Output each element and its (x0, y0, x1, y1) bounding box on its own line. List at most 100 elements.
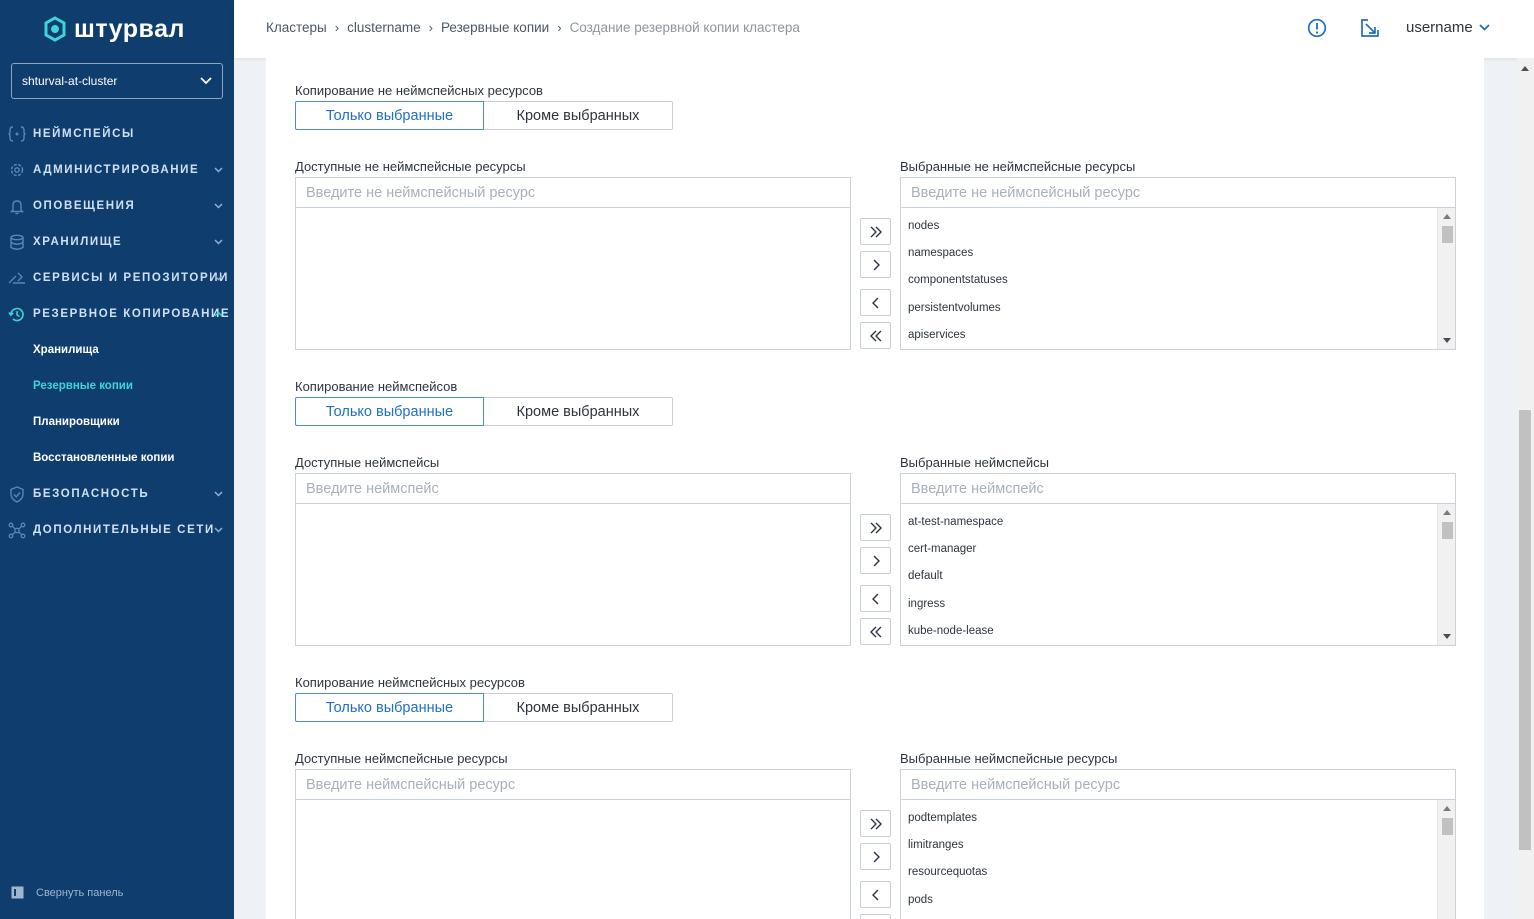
scroll-up-arrow-icon[interactable] (1443, 510, 1451, 515)
except-selected-button[interactable]: Кроме выбранных (484, 693, 673, 722)
except-selected-button[interactable]: Кроме выбранных (484, 101, 673, 130)
available-search-input[interactable] (296, 770, 850, 800)
sidebar-item-namespaces[interactable]: Неймспейсы (0, 116, 234, 152)
list-item[interactable]: cert-manager (901, 535, 1437, 562)
chevron-right-icon: › (334, 20, 340, 35)
list-scrollbar-thumb[interactable] (1442, 522, 1453, 539)
double-chevron-right-icon (869, 818, 883, 830)
list-scrollbar[interactable] (1437, 208, 1455, 349)
sidebar-subitem-restored[interactable]: Восстановленные копии (0, 440, 234, 476)
sidebar-item-storage[interactable]: Хранилище (0, 224, 234, 260)
list-scrollbar-thumb[interactable] (1442, 818, 1453, 835)
panel-collapse-icon (11, 886, 24, 899)
sidebar-item-services[interactable]: Сервисы и репозитории (0, 260, 234, 296)
gear-icon (8, 161, 26, 179)
brand-name: штурвал (74, 14, 185, 43)
chevron-left-icon (871, 297, 880, 309)
available-search-input[interactable] (296, 474, 850, 504)
list-scrollbar[interactable] (1437, 800, 1455, 919)
chevron-down-icon (214, 491, 223, 497)
collapse-panel-button[interactable]: Свернуть панель (11, 886, 123, 899)
breadcrumb-clusters[interactable]: Кластеры (266, 20, 327, 35)
list-item[interactable]: kube-node-lease (901, 617, 1437, 644)
only-selected-button[interactable]: Только выбранные (295, 397, 484, 426)
double-chevron-right-icon (869, 522, 883, 534)
list-scrollbar[interactable] (1437, 504, 1455, 645)
scroll-up-arrow-icon[interactable] (1521, 66, 1529, 71)
alert-icon[interactable] (1307, 18, 1327, 38)
list-item[interactable]: podtemplates (901, 804, 1437, 831)
chevron-left-icon (871, 593, 880, 605)
section-title: Копирование неймспейсных ресурсов (295, 675, 525, 690)
sidebar-item-notifications[interactable]: Оповещения (0, 188, 234, 224)
move-all-left-button[interactable] (860, 914, 891, 919)
chevron-down-icon (200, 77, 212, 85)
page-scrollbar[interactable] (1517, 58, 1534, 919)
sidebar-item-networks[interactable]: Дополнительные сети (0, 512, 234, 548)
list-item[interactable]: persistentvolumes (901, 294, 1437, 321)
move-right-button[interactable] (860, 547, 891, 574)
list-item[interactable]: limitranges (901, 831, 1437, 858)
scroll-up-arrow-icon[interactable] (1443, 806, 1451, 811)
sidebar-subitem-schedulers[interactable]: Планировщики (0, 404, 234, 440)
sidebar-item-label: Дополнительные сети (33, 524, 215, 536)
chevron-right-icon (872, 851, 880, 863)
move-left-button[interactable] (860, 585, 891, 612)
only-selected-button[interactable]: Только выбранные (295, 101, 484, 130)
services-icon (8, 269, 26, 287)
sidebar-item-security[interactable]: Безопасность (0, 476, 234, 512)
sidebar-item-label: Сервисы и репозитории (33, 272, 229, 284)
sidebar: штурвал shturval-at-cluster Неймспейсы А… (0, 0, 234, 919)
selected-search-input[interactable] (901, 474, 1455, 504)
user-menu[interactable]: username (1406, 19, 1490, 36)
move-all-left-button[interactable] (860, 322, 891, 349)
list-scrollbar-thumb[interactable] (1442, 226, 1453, 243)
page-scrollbar-thumb[interactable] (1519, 410, 1531, 850)
sidebar-item-administration[interactable]: Администрирование (0, 152, 234, 188)
braces-icon (8, 125, 26, 143)
list-item[interactable]: ingress (901, 590, 1437, 617)
logo[interactable]: штурвал (42, 14, 185, 44)
only-selected-button[interactable]: Только выбранные (295, 693, 484, 722)
list-item[interactable]: namespaces (901, 239, 1437, 266)
sidebar-subitem-storages[interactable]: Хранилища (0, 332, 234, 368)
open-external-icon[interactable] (1360, 18, 1380, 38)
move-left-button[interactable] (860, 881, 891, 908)
move-all-left-button[interactable] (860, 618, 891, 645)
list-item[interactable]: componentstatuses (901, 267, 1437, 294)
scroll-down-arrow-icon[interactable] (1443, 634, 1451, 639)
except-selected-button[interactable]: Кроме выбранных (484, 397, 673, 426)
breadcrumb-backups[interactable]: Резервные копии (441, 20, 549, 35)
sidebar-item-label: Хранилище (33, 236, 123, 248)
double-chevron-left-icon (869, 626, 883, 638)
list-item[interactable]: nodes (901, 212, 1437, 239)
list-item[interactable]: pods (901, 886, 1437, 913)
chevron-down-icon (214, 203, 223, 209)
selected-items: nodes namespaces componentstatuses persiste… (901, 208, 1437, 349)
move-all-right-button[interactable] (860, 810, 891, 837)
scroll-down-arrow-icon[interactable] (1443, 338, 1451, 343)
list-item[interactable]: resourcequotas (901, 859, 1437, 886)
scroll-up-arrow-icon[interactable] (1443, 214, 1451, 219)
available-search-input[interactable] (296, 178, 850, 208)
selected-search-input[interactable] (901, 178, 1455, 208)
move-right-button[interactable] (860, 843, 891, 870)
list-item[interactable]: apiservices (901, 321, 1437, 348)
chevron-down-icon (214, 275, 223, 281)
move-all-right-button[interactable] (860, 218, 891, 245)
available-list (295, 473, 851, 646)
selected-search-input[interactable] (901, 770, 1455, 800)
sidebar-subitem-backups[interactable]: Резервные копии (0, 368, 234, 404)
backup-icon (8, 305, 26, 323)
selected-items: podtemplates limitranges resourcequotas pod… (901, 800, 1437, 919)
section-title: Копирование не неймспейсных ресурсов (295, 83, 543, 98)
breadcrumb-clustername[interactable]: clustername (347, 20, 421, 35)
sidebar-item-backup[interactable]: Резервное копирование (0, 296, 234, 332)
cluster-select[interactable]: shturval-at-cluster (11, 63, 223, 99)
move-left-button[interactable] (860, 289, 891, 316)
list-item[interactable]: default (901, 563, 1437, 590)
list-item[interactable]: at-test-namespace (901, 508, 1437, 535)
selection-mode-toggle: Только выбранные Кроме выбранных (295, 397, 673, 426)
move-all-right-button[interactable] (860, 514, 891, 541)
move-right-button[interactable] (860, 251, 891, 278)
